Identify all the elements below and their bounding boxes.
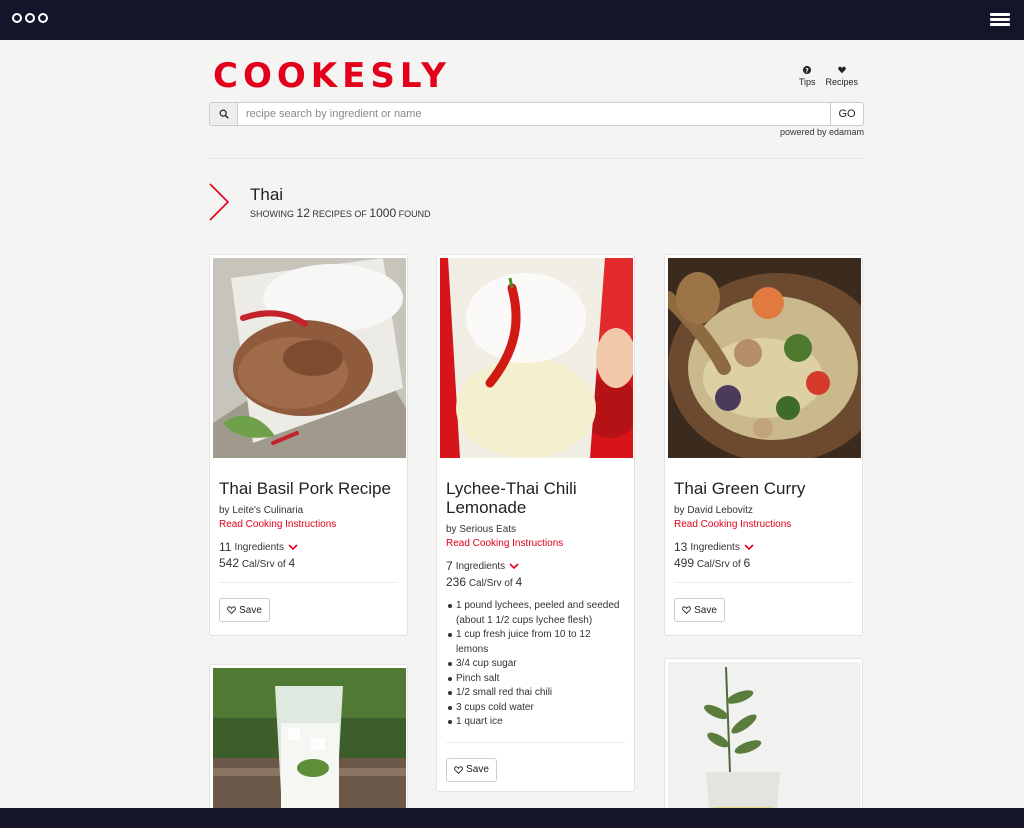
chevron-down-icon [288,543,298,550]
calories-line: 542 Cal/Srv of 4 [219,556,296,570]
recipe-source: by Leite's Culinaria [219,505,304,516]
recipe-card: Thai Green Curry by David Lebovitz Read … [664,254,863,636]
read-instructions-link[interactable]: Read Cooking Instructions [446,538,625,549]
recipe-card: Lychee-Thai Chili Lemonade by Serious Ea… [436,254,635,792]
ingredient-item: 3 cups cold water [448,701,625,716]
ingredients-count: 13 [674,540,688,554]
heart-outline-icon [454,765,463,774]
brand-logo[interactable]: COOKESLY [213,56,451,96]
calories-value: 542 [219,556,240,570]
powered-by: powered by edamam [779,127,864,137]
nav-recipes[interactable]: Recipes [825,65,858,87]
nav-tips[interactable]: ? Tips [798,65,816,87]
card-divider [219,582,398,583]
servings-value: 4 [515,575,523,589]
calories-line: 499 Cal/Srv of 6 [674,556,751,570]
recipe-image[interactable] [213,258,406,458]
recipe-source: by David Lebovitz [674,505,753,516]
nav-tips-label: Tips [798,77,816,87]
shown-count: 12 [296,206,310,220]
save-button[interactable]: Save [446,757,497,782]
calories-line: 236 Cal/Srv of 4 [446,575,523,589]
recipe-image[interactable] [668,662,861,808]
search-icon[interactable] [209,102,237,126]
heart-icon [837,65,847,75]
recipe-title[interactable]: Thai Basil Pork Recipe [219,479,398,498]
chevron-right-icon [209,183,230,221]
ingredient-item: 1 cup fresh juice from 10 to 12 lemons [448,628,625,657]
results-count: SHOWING 12 RECIPES OF 1000 FOUND [250,206,431,220]
nav-recipes-label: Recipes [825,77,858,87]
ingredients-toggle[interactable]: 13 Ingredients [674,540,853,554]
header-divider [209,158,864,159]
ingredient-item: 1 pound lychees, peeled and seeded (abou… [448,599,625,628]
search-input[interactable] [237,102,831,126]
ingredients-count: 7 [446,559,453,573]
browser-bottombar [0,808,1024,828]
recipe-title[interactable]: Lychee-Thai Chili Lemonade [446,479,625,517]
help-icon: ? [802,65,812,75]
total-count: 1000 [369,206,397,220]
search-query-title: Thai [250,185,284,204]
card-divider [674,582,853,583]
menu-icon[interactable] [990,13,1010,27]
calories-value: 499 [674,556,695,570]
chevron-down-icon [744,543,754,550]
recipe-image[interactable] [213,668,406,808]
calories-value: 236 [446,575,467,589]
recipe-source: by Serious Eats [446,524,517,535]
heart-outline-icon [682,606,691,614]
ingredients-toggle[interactable]: 11 Ingredients [219,540,398,554]
search-bar: GO [209,102,864,126]
browser-topbar [0,0,1024,40]
recipe-card [209,664,408,808]
recipe-card [664,658,863,808]
recipe-image[interactable] [440,258,633,458]
read-instructions-link[interactable]: Read Cooking Instructions [674,519,853,530]
go-button[interactable]: GO [831,102,864,126]
save-button[interactable]: Save [219,598,270,622]
top-nav: ? Tips Recipes [799,65,858,87]
ingredient-item: 1 quart ice [448,715,625,730]
ingredients-count: 11 [219,540,232,554]
read-instructions-link[interactable]: Read Cooking Instructions [219,519,398,530]
servings-value: 4 [288,556,296,570]
recipe-title[interactable]: Thai Green Curry [674,479,853,498]
svg-text:?: ? [805,66,809,74]
save-button[interactable]: Save [674,598,725,622]
page-viewport: COOKESLY ? Tips Recipes GO powered by ed… [0,40,1024,808]
ingredient-list: 1 pound lychees, peeled and seeded (abou… [448,599,625,730]
card-divider [446,741,625,743]
recipe-image[interactable] [668,258,861,458]
recipe-card: Thai Basil Pork Recipe by Leite's Culina… [209,254,408,636]
ingredient-item: Pinch salt [448,672,625,687]
servings-value: 6 [743,556,751,570]
chevron-down-icon [509,562,519,569]
heart-outline-icon [227,606,236,614]
ingredient-item: 3/4 cup sugar [448,657,625,672]
window-controls[interactable] [12,13,48,23]
ingredient-item: 1/2 small red thai chili [448,686,625,701]
ingredients-toggle[interactable]: 7 Ingredients [446,559,625,573]
